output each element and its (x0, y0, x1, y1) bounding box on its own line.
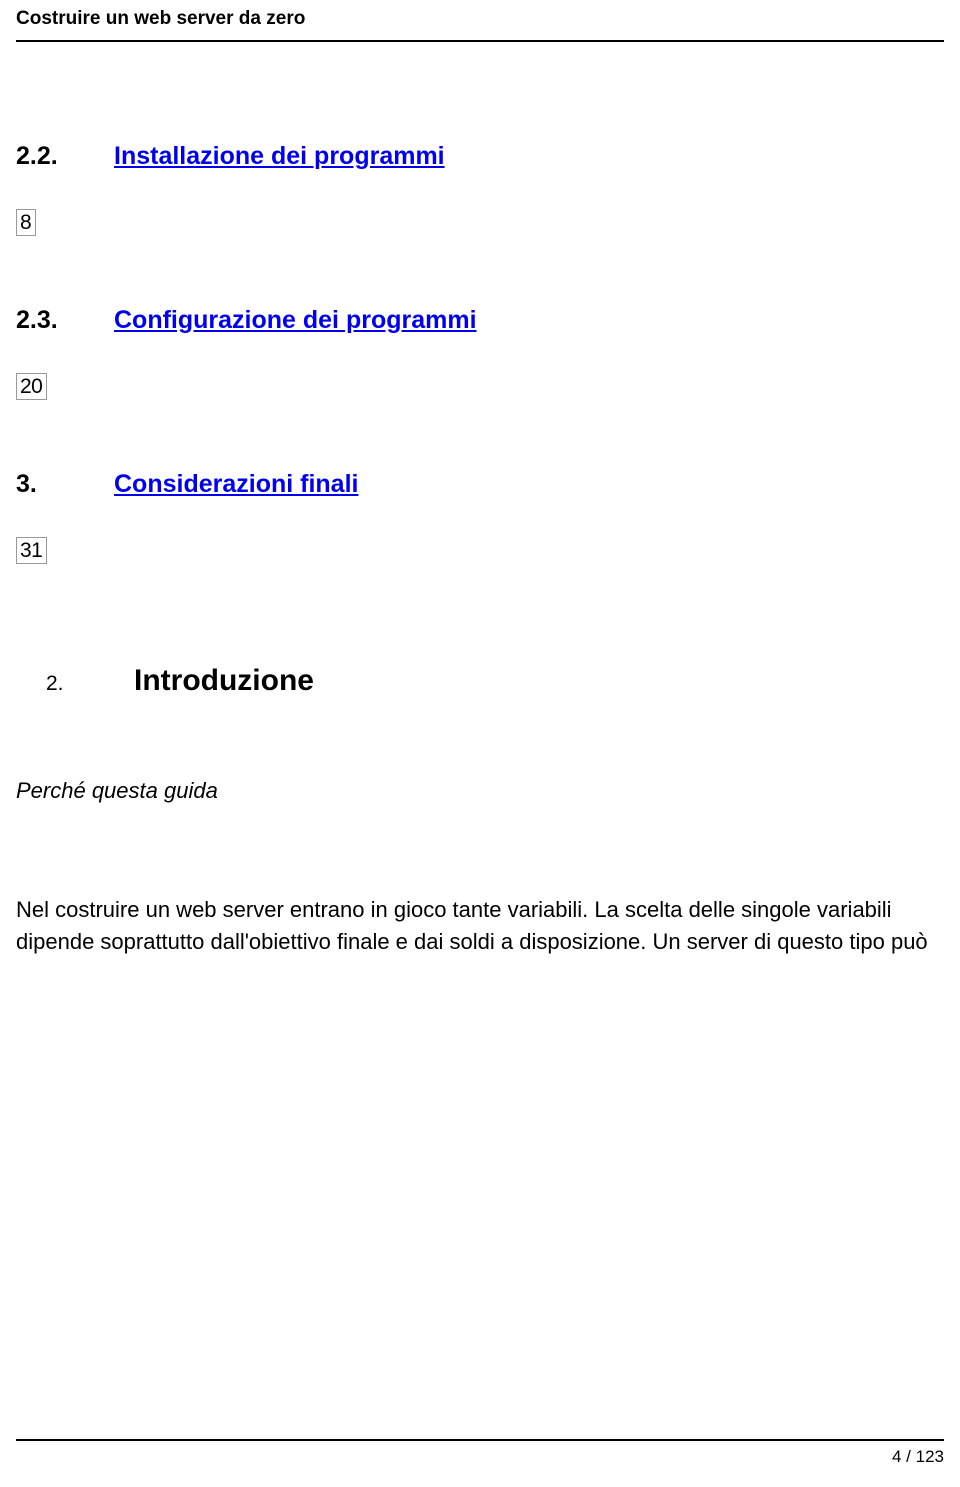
section-number: 2. (46, 672, 134, 696)
header-rule (16, 40, 944, 42)
toc-link-considerazioni[interactable]: Considerazioni finali (114, 470, 358, 499)
section-subtitle: Perché questa guida (16, 778, 944, 804)
toc-entry: 2.2. Installazione dei programmi (16, 142, 944, 171)
toc-number: 2.3. (16, 306, 98, 335)
toc-link-configurazione[interactable]: Configurazione dei programmi (114, 306, 477, 335)
toc-entry: 3. Considerazioni finali (16, 470, 944, 499)
toc-entry: 2.3. Configurazione dei programmi (16, 306, 944, 335)
toc-page-ref: 20 (16, 373, 47, 400)
document-title: Costruire un web server da zero (16, 8, 944, 36)
body-paragraph: Nel costruire un web server entrano in g… (16, 894, 944, 958)
toc-link-installazione[interactable]: Installazione dei programmi (114, 142, 445, 171)
toc-number: 3. (16, 470, 98, 499)
section-title: Introduzione (134, 664, 314, 698)
section-heading: 2. Introduzione (16, 664, 944, 698)
toc-page-ref: 8 (16, 209, 36, 236)
toc-page-ref: 31 (16, 537, 47, 564)
page-footer: 4 / 123 (16, 1439, 944, 1467)
footer-rule (16, 1439, 944, 1441)
toc-number: 2.2. (16, 142, 98, 171)
page-number: 4 / 123 (16, 1447, 944, 1467)
